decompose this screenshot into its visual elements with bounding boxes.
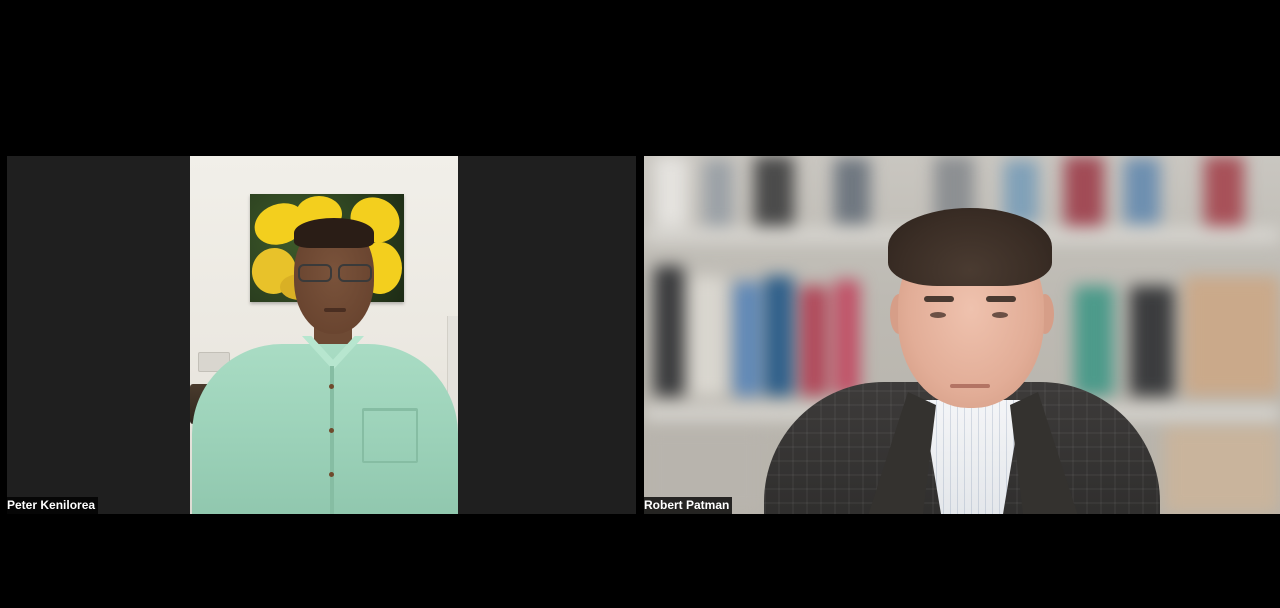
participant-tile-left[interactable] xyxy=(7,156,636,514)
participant-name-label: Peter Kenilorea xyxy=(4,497,99,514)
participant-tile-right[interactable] xyxy=(644,156,1280,514)
participant-person xyxy=(190,156,458,514)
participant-name-label: Robert Patman xyxy=(641,497,733,514)
video-call-window: Peter Kenilorea Robert Patman xyxy=(0,0,1280,608)
participant-video-feed xyxy=(644,156,1280,514)
participant-video-feed xyxy=(190,156,458,514)
